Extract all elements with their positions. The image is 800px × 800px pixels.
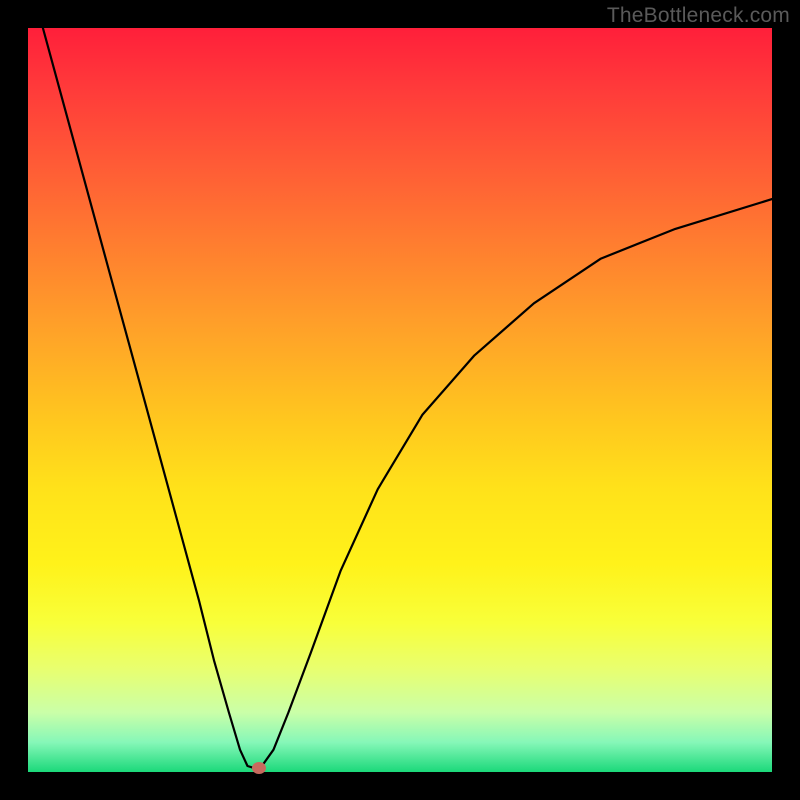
chart-frame: TheBottleneck.com <box>0 0 800 800</box>
watermark-text: TheBottleneck.com <box>607 4 790 28</box>
optimal-point-marker <box>252 762 266 774</box>
plot-area <box>28 28 772 772</box>
bottleneck-curve <box>28 28 772 772</box>
